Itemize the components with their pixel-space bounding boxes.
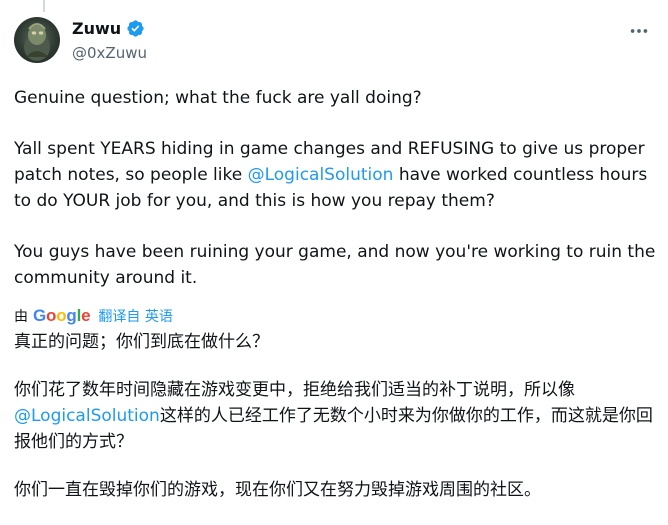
avatar-image <box>24 23 50 61</box>
tweet-paragraph-2: Yall spent YEARS hiding in game changes … <box>14 136 659 214</box>
tweet-paragraph-3: You guys have been ruining your game, an… <box>14 242 656 288</box>
tweet-text: Genuine question; what the fuck are yall… <box>14 85 659 291</box>
author-display-name[interactable]: Zuwu <box>72 19 121 38</box>
verified-badge-icon[interactable] <box>126 19 145 38</box>
translated-paragraph-2: 你们花了数年时间隐藏在游戏变更中，拒绝给我们适当的补丁说明，所以像 @Logica… <box>14 377 659 455</box>
translation-attribution: 由 Google 翻译自 英语 <box>14 305 173 327</box>
translated-tweet-text: 真正的问题；你们到底在做什么？ 你们花了数年时间隐藏在游戏变更中，拒绝给我们适当… <box>14 329 659 525</box>
tweet-paragraph-1: Genuine question; what the fuck are yall… <box>14 88 422 108</box>
translated-mention-link-logicalsolution[interactable]: @LogicalSolution <box>14 406 160 426</box>
author-name-row: Zuwu <box>72 19 145 38</box>
google-logo-letter: g <box>66 306 77 325</box>
more-options-icon[interactable] <box>628 20 650 42</box>
translated-from-english-link[interactable]: 翻译自 英语 <box>98 306 172 326</box>
translated-paragraph-3: 你们一直在毁掉你们的游戏，现在你们又在努力毁掉游戏周围的社区。 <box>14 480 541 500</box>
google-logo-letter: e <box>81 306 91 325</box>
google-logo: Google <box>33 306 91 326</box>
mention-link-logicalsolution[interactable]: @LogicalSolution <box>248 165 394 185</box>
google-logo-letter: o <box>56 306 67 325</box>
translated-by-label: 由 <box>14 309 28 325</box>
translated-paragraph-1: 真正的问题；你们到底在做什么？ <box>14 332 269 352</box>
google-logo-letter: o <box>46 306 57 325</box>
google-logo-letter: G <box>33 306 47 325</box>
avatar[interactable] <box>14 17 60 63</box>
author-handle[interactable]: @0xZuwu <box>72 44 147 62</box>
translated-paragraph-2-text-a: 你们花了数年时间隐藏在游戏变更中，拒绝给我们适当的补丁说明，所以像 <box>14 380 575 400</box>
thread-connector-line <box>43 0 45 12</box>
